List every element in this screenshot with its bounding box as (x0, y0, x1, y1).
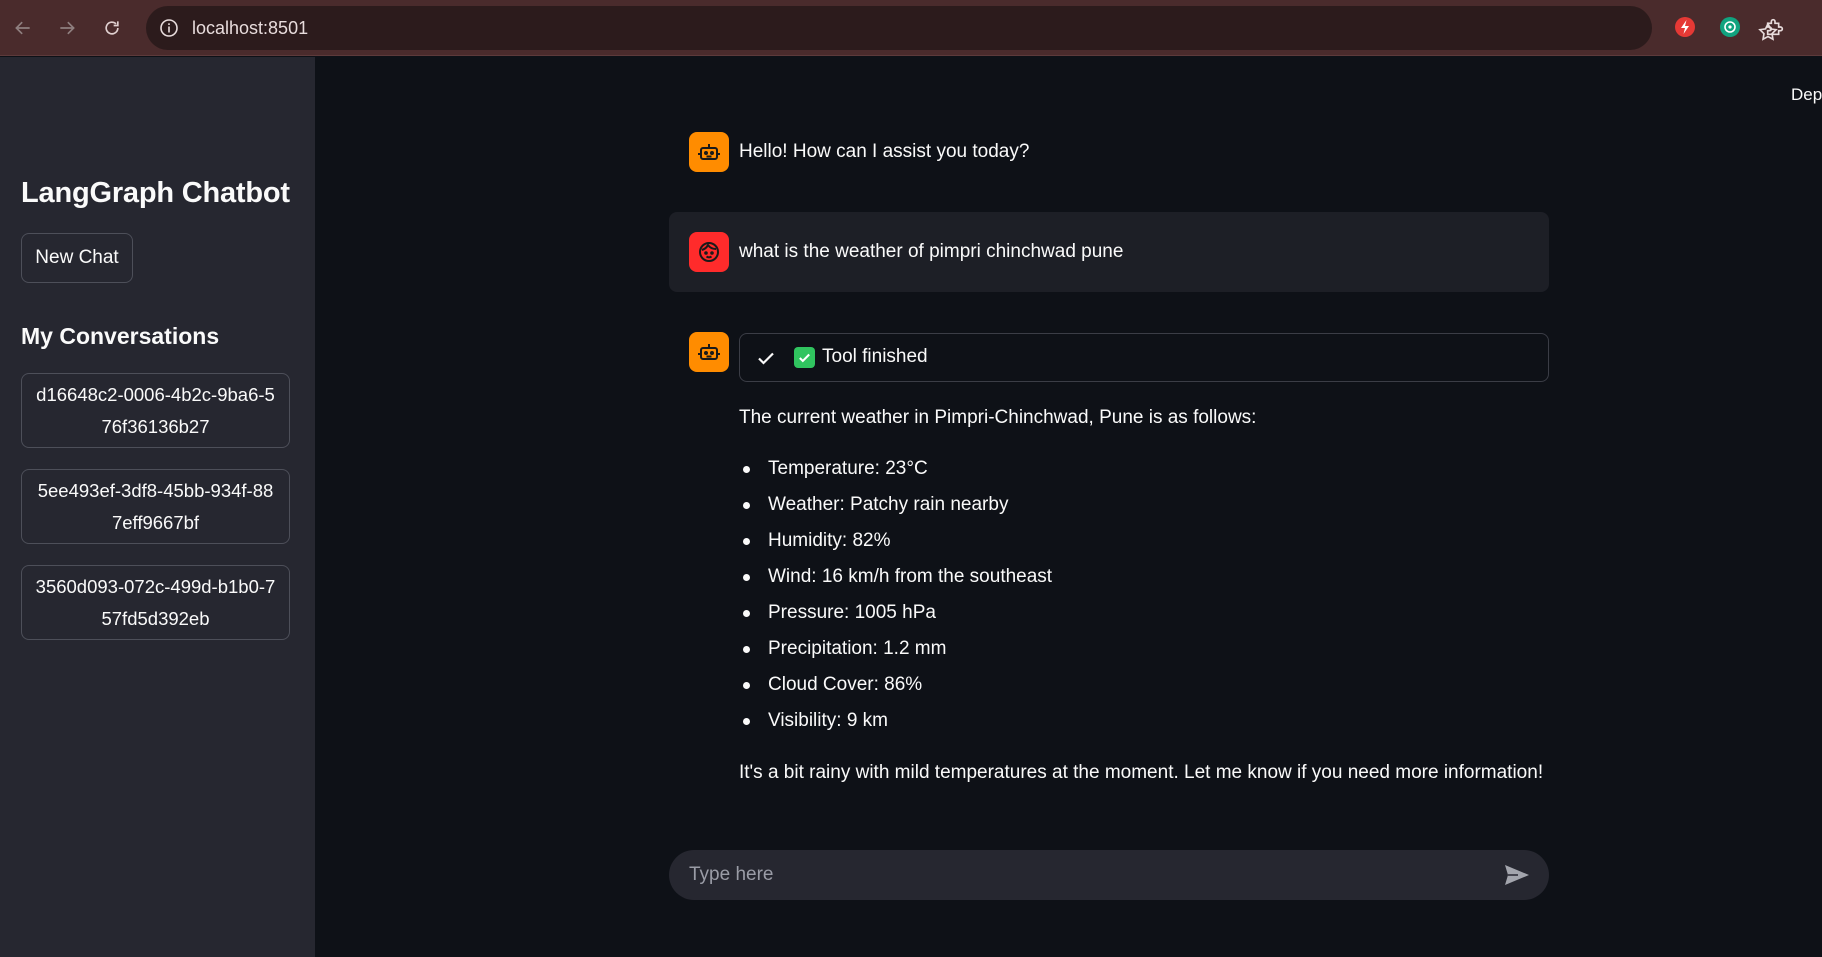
conversation-button[interactable]: 5ee493ef-3df8-45bb-934f-887eff9667bf (21, 469, 290, 544)
list-item: Temperature: 23°C (740, 456, 1052, 492)
conversations-heading: My Conversations (21, 323, 220, 349)
assistant-greeting: Hello! How can I assist you today? (739, 141, 1030, 162)
sidebar: LangGraph Chatbot New Chat My Conversati… (0, 57, 315, 957)
sidebar-title: LangGraph Chatbot (21, 177, 290, 209)
site-info-icon[interactable] (158, 17, 180, 39)
new-chat-button[interactable]: New Chat (21, 233, 133, 283)
list-item: Cloud Cover: 86% (740, 672, 1052, 708)
reply-intro: The current weather in Pimpri-Chinchwad,… (739, 407, 1257, 428)
user-message-text: what is the weather of pimpri chinchwad … (739, 241, 1124, 262)
list-item: Pressure: 1005 hPa (740, 600, 1052, 636)
list-item: Humidity: 82% (740, 528, 1052, 564)
send-icon[interactable] (1503, 862, 1531, 888)
weather-details-list: Temperature: 23°C Weather: Patchy rain n… (740, 456, 1052, 744)
user-avatar-icon (689, 232, 729, 272)
checkmark-icon (758, 352, 774, 365)
chat-input-container (669, 850, 1549, 900)
reload-icon[interactable] (97, 13, 127, 43)
extension-bolt-icon[interactable] (1673, 15, 1697, 39)
list-item: Weather: Patchy rain nearby (740, 492, 1052, 528)
tool-status-expander[interactable]: Tool finished (739, 333, 1549, 382)
address-bar[interactable]: localhost:8501 (146, 6, 1778, 50)
forward-icon[interactable] (52, 13, 82, 43)
check-box-icon (794, 347, 815, 368)
browser-toolbar: localhost:8501 (0, 0, 1822, 56)
bot-avatar-icon (689, 332, 729, 372)
chat-input[interactable] (689, 850, 1479, 900)
tool-status-label: Tool finished (822, 346, 928, 367)
list-item: Wind: 16 km/h from the southeast (740, 564, 1052, 600)
reply-outro: It's a bit rainy with mild temperatures … (739, 762, 1544, 783)
list-item: Precipitation: 1.2 mm (740, 636, 1052, 672)
conversation-button[interactable]: d16648c2-0006-4b2c-9ba6-576f36136b27 (21, 373, 290, 448)
back-icon[interactable] (8, 13, 38, 43)
extension-openai-icon[interactable] (1718, 15, 1742, 39)
address-url: localhost:8501 (192, 18, 309, 38)
extensions-puzzle-icon[interactable] (1763, 15, 1787, 39)
conversation-button[interactable]: 3560d093-072c-499d-b1b0-757fd5d392eb (21, 565, 290, 640)
bot-avatar-icon (689, 132, 729, 172)
deploy-button[interactable]: Dep (1791, 85, 1822, 105)
list-item: Visibility: 9 km (740, 708, 1052, 744)
